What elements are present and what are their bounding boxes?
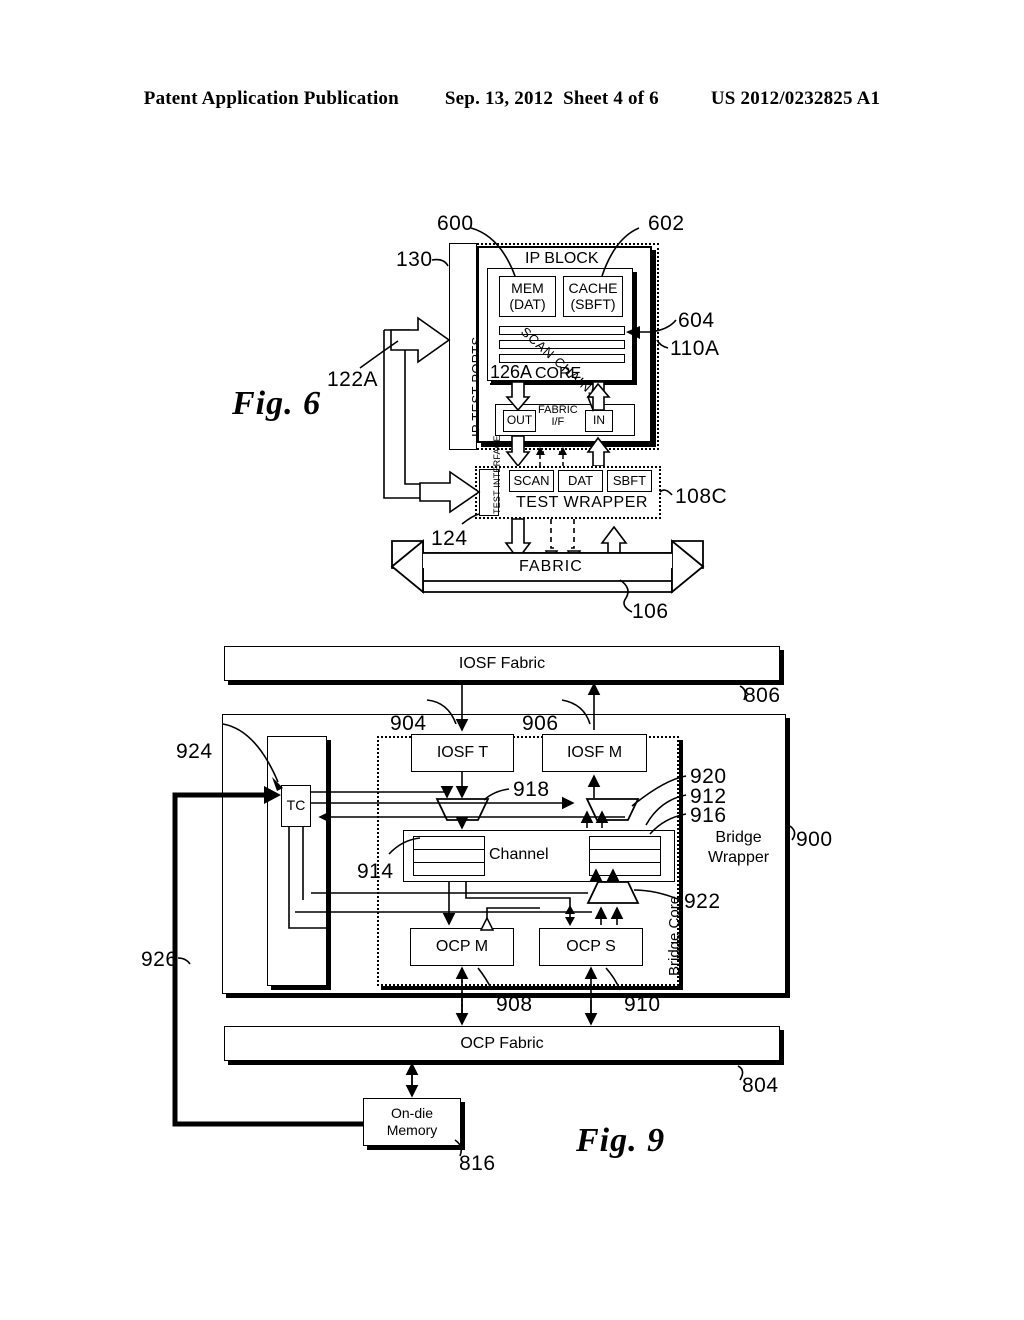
ref-806: 806 — [744, 684, 781, 707]
ref-914: 914 — [357, 860, 394, 883]
fig9-connectors — [0, 0, 1024, 1320]
ref-922: 922 — [684, 890, 721, 913]
ref-910: 910 — [624, 993, 661, 1016]
ref-918: 918 — [513, 778, 550, 801]
ref-908: 908 — [496, 993, 533, 1016]
ref-816: 816 — [459, 1152, 496, 1175]
ref-804: 804 — [742, 1074, 779, 1097]
ref-904: 904 — [390, 712, 427, 735]
patent-drawing-sheet: Patent Application Publication Sep. 13, … — [0, 0, 1024, 1320]
ref-924: 924 — [176, 740, 213, 763]
ref-900: 900 — [796, 828, 833, 851]
ref-906: 906 — [522, 712, 559, 735]
ref-916: 916 — [690, 804, 727, 827]
ref-926: 926 — [141, 948, 178, 971]
